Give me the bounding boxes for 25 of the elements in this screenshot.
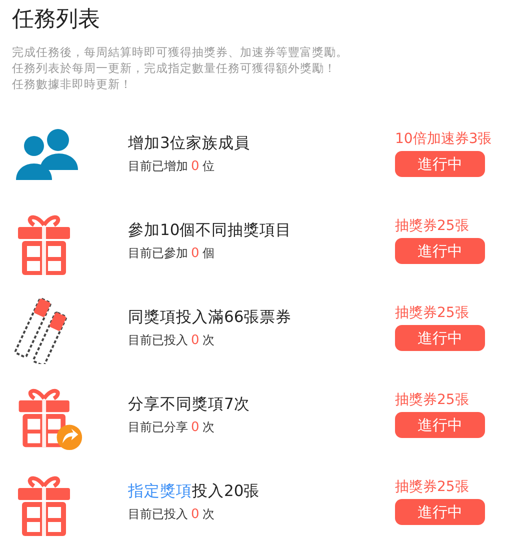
reward-text: 抽獎券25張 (395, 478, 469, 496)
status-badge: 進行中 (395, 499, 485, 525)
description-line: 完成任務後，每周結算時即可獲得抽獎券、加速券等豐富獎勵。 (12, 44, 349, 60)
progress-text: 目前已參加 0 個 (128, 244, 216, 262)
progress-text: 目前已投入 0 次 (128, 506, 216, 522)
task-title: 投入20張 (192, 480, 260, 502)
status-badge: 進行中 (395, 151, 485, 177)
description-line: 任務數據非即時更新！ (12, 76, 133, 92)
status-badge: 進行中 (395, 238, 485, 264)
description-line: 任務列表於每周一更新，完成指定數量任務可獲得額外獎勵！ (12, 60, 337, 76)
reward-text: 抽獎券25張 (395, 391, 469, 409)
progress-text: 目前已增加 0 位 (128, 158, 216, 174)
reward-text: 抽獎券25張 (395, 304, 469, 322)
task-title: 分享不同獎項7次 (128, 394, 250, 414)
progress-text: 目前已投入 0 次 (128, 332, 216, 348)
reward-text: 抽獎券25張 (395, 217, 469, 235)
page-title: 任務列表 (12, 6, 101, 34)
reward-text: 10倍加速券3張 (395, 130, 492, 148)
progress-text: 目前已分享 0 次 (128, 418, 216, 436)
prize-link[interactable]: 指定獎項 (128, 480, 192, 502)
status-badge: 進行中 (395, 325, 485, 351)
task-title: 增加3位家族成員 (128, 132, 250, 154)
task-title: 參加10個不同抽獎項目 (128, 220, 292, 240)
task-title: 同獎項投入滿66張票券 (128, 306, 292, 328)
status-badge: 進行中 (395, 412, 485, 438)
